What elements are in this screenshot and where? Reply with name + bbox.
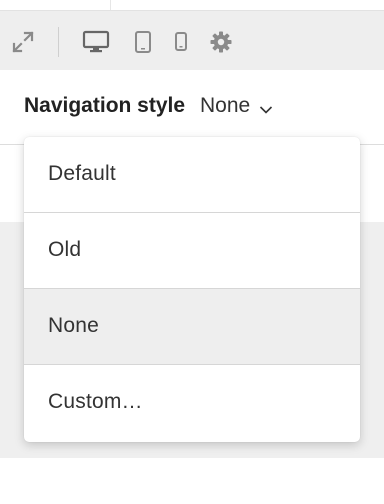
background-panel-bottom <box>0 458 384 504</box>
navigation-style-dropdown: Default Old None Custom… <box>24 137 360 442</box>
menu-item-old[interactable]: Old <box>24 213 360 289</box>
chevron-down-icon[interactable] <box>259 102 273 120</box>
navigation-style-row: Navigation style None <box>0 70 384 144</box>
navigation-style-value[interactable]: None <box>200 94 250 118</box>
menu-item-default[interactable]: Default <box>24 137 360 213</box>
desktop-icon[interactable] <box>82 29 110 55</box>
menu-item-label: Custom… <box>48 390 143 413</box>
menu-item-custom[interactable]: Custom… <box>24 365 360 441</box>
menu-item-label: Default <box>48 162 116 185</box>
gear-icon[interactable] <box>208 29 234 55</box>
menu-item-none[interactable]: None <box>24 289 360 365</box>
toolbar-divider <box>58 27 59 57</box>
navigation-style-label: Navigation style <box>24 94 186 117</box>
top-divider <box>110 0 111 10</box>
page: Navigation style None Default Old None C… <box>0 0 384 504</box>
menu-item-label: None <box>48 314 100 337</box>
toolbar <box>0 10 384 70</box>
top-strip <box>0 0 384 10</box>
expand-icon[interactable] <box>10 29 36 55</box>
tablet-icon[interactable] <box>130 29 156 55</box>
menu-item-label: Old <box>48 238 82 261</box>
mobile-icon[interactable] <box>168 29 194 55</box>
